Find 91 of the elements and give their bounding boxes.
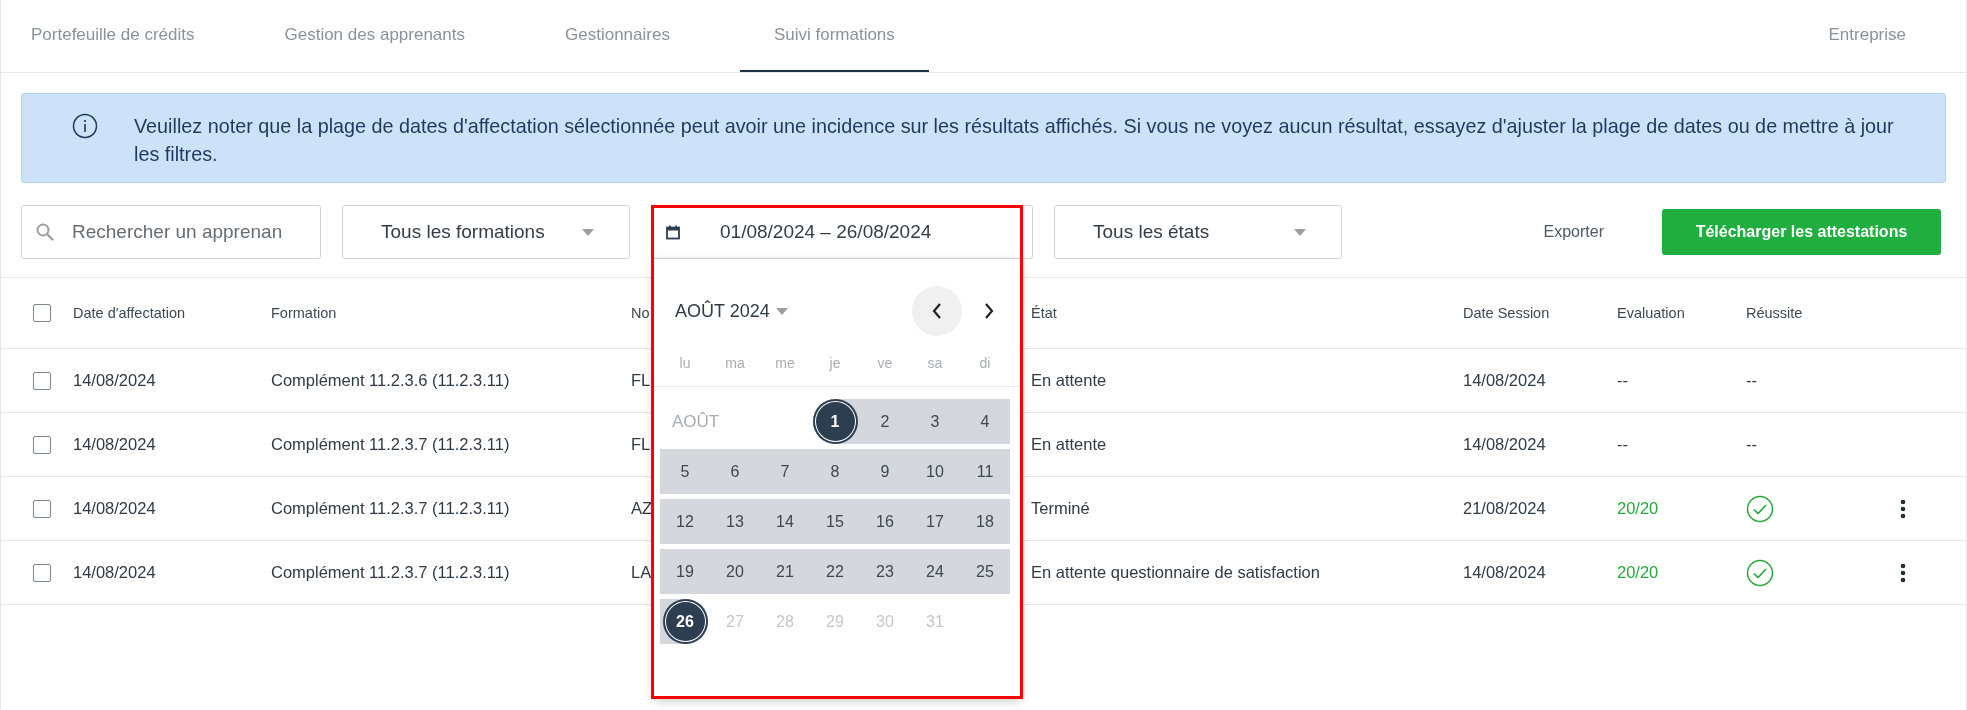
caret-icon [775, 307, 788, 315]
table-cell: Complément 11.2.3.6 (11.2.3.11) [271, 371, 510, 390]
table-cell: Complément 11.2.3.7 (11.2.3.11) [271, 563, 510, 582]
table-cell: 14/08/2024 [1463, 371, 1546, 390]
month-label: AOÛT [671, 410, 721, 433]
table-cell: 14/08/2024 [73, 435, 156, 454]
date-range-field[interactable]: 01/08/2024 – 26/08/2024 [651, 205, 1033, 259]
chevron-right-icon [983, 302, 995, 320]
day-button[interactable]: 7 [762, 449, 808, 494]
day-button[interactable]: 20 [712, 549, 758, 594]
day-button[interactable]: 21 [762, 549, 808, 594]
weekday-label: me [774, 354, 796, 371]
day-button[interactable]: 15 [812, 499, 858, 544]
table-cell: 14/08/2024 [73, 563, 156, 582]
day-button[interactable]: 18 [962, 499, 1008, 544]
day-button[interactable]: 19 [662, 549, 708, 594]
day-button[interactable]: 13 [712, 499, 758, 544]
search-field[interactable]: Rechercher un apprenan [21, 205, 321, 259]
day-button[interactable]: 22 [812, 549, 858, 594]
table-cell: AZ [631, 499, 653, 518]
table-cell: 20/20 [1617, 563, 1659, 582]
table-cell: En attente [1031, 371, 1107, 390]
chevron-left-icon [931, 302, 943, 320]
kebab-icon [1900, 498, 1906, 519]
table-cell: FL [631, 435, 651, 454]
weekday-label: ve [876, 354, 894, 371]
caret-icon [1294, 228, 1306, 236]
check-circle-icon [1746, 494, 1774, 523]
weekday-label: lu [678, 354, 692, 371]
month-select[interactable]: AOÛT 2024 [675, 300, 788, 322]
day-button[interactable]: 16 [862, 499, 908, 544]
state-select[interactable]: Tous les états [1054, 205, 1342, 259]
kebab-icon [1900, 562, 1906, 583]
table-cell: 21/08/2024 [1463, 499, 1546, 518]
day-button[interactable]: 3 [912, 399, 958, 444]
day-button[interactable]: 2 [862, 399, 908, 444]
row-checkbox[interactable] [33, 563, 51, 582]
day-button[interactable]: 25 [962, 549, 1008, 594]
caret-icon [582, 228, 594, 236]
row-checkbox[interactable] [33, 435, 51, 454]
check-circle-icon [1746, 558, 1774, 587]
day-button[interactable]: 14 [762, 499, 808, 544]
day-button[interactable]: 5 [662, 449, 708, 494]
notice-text: Veuillez noter que la plage de dates d'affectation sélectionnée peut avoir une incidence sur les résultats affichés. Si vous ne voyez aucun résultat, essayez d'ajuster la plage de dates ou de mettre à jour les filtres. [134, 114, 1895, 167]
table-cell: -- [1617, 371, 1628, 390]
search-icon [35, 222, 55, 242]
table-cell: En attente [1031, 435, 1107, 454]
table-cell: LA [631, 563, 652, 582]
table-cell: -- [1746, 435, 1757, 454]
weekday-label: je [828, 354, 842, 371]
select-all-checkbox[interactable] [33, 304, 51, 322]
column-header: Formation [271, 305, 337, 321]
table-cell: Complément 11.2.3.7 (11.2.3.11) [271, 435, 510, 454]
day-button[interactable]: 8 [812, 449, 858, 494]
day-button[interactable]: 4 [962, 399, 1008, 444]
column-header: Evaluation [1617, 305, 1685, 321]
day-button[interactable]: 26 [662, 599, 708, 644]
day-button[interactable]: 24 [912, 549, 958, 594]
day-button[interactable]: 11 [962, 449, 1008, 494]
day-button[interactable]: 10 [912, 449, 958, 494]
column-header: Réussite [1746, 305, 1803, 321]
table-cell: Complément 11.2.3.7 (11.2.3.11) [271, 499, 510, 518]
day-button[interactable]: 17 [912, 499, 958, 544]
table-cell: -- [1746, 371, 1757, 390]
weekday-label: sa [926, 354, 944, 371]
table-cell: 14/08/2024 [73, 371, 156, 390]
column-header: Date Session [1463, 305, 1550, 321]
table-cell: 14/08/2024 [1463, 435, 1546, 454]
day-button[interactable]: 12 [662, 499, 708, 544]
table-cell: 20/20 [1617, 499, 1659, 518]
day-button[interactable]: 1 [812, 399, 858, 444]
calendar-icon [666, 224, 680, 240]
weekday-label: di [978, 354, 992, 371]
table-cell: 14/08/2024 [73, 499, 156, 518]
table-cell: -- [1617, 435, 1628, 454]
column-header: Date d'affectation [73, 305, 186, 321]
table-cell: 14/08/2024 [1463, 563, 1546, 582]
table-cell: En attente questionnaire de satisfaction [1031, 563, 1320, 582]
column-header: État [1031, 305, 1057, 321]
table-cell: FL [631, 371, 651, 390]
day-button[interactable]: 23 [862, 549, 908, 594]
day-button[interactable]: 6 [712, 449, 758, 494]
export-link[interactable]: Exporter [1543, 223, 1604, 241]
day-button[interactable]: 9 [862, 449, 908, 494]
row-checkbox[interactable] [33, 371, 51, 390]
table-cell: Terminé [1031, 499, 1090, 518]
column-header: No [631, 305, 650, 321]
info-icon [72, 113, 98, 139]
weekday-label: ma [724, 354, 746, 371]
row-checkbox[interactable] [33, 499, 51, 518]
formation-select[interactable]: Tous les formations [342, 205, 630, 259]
